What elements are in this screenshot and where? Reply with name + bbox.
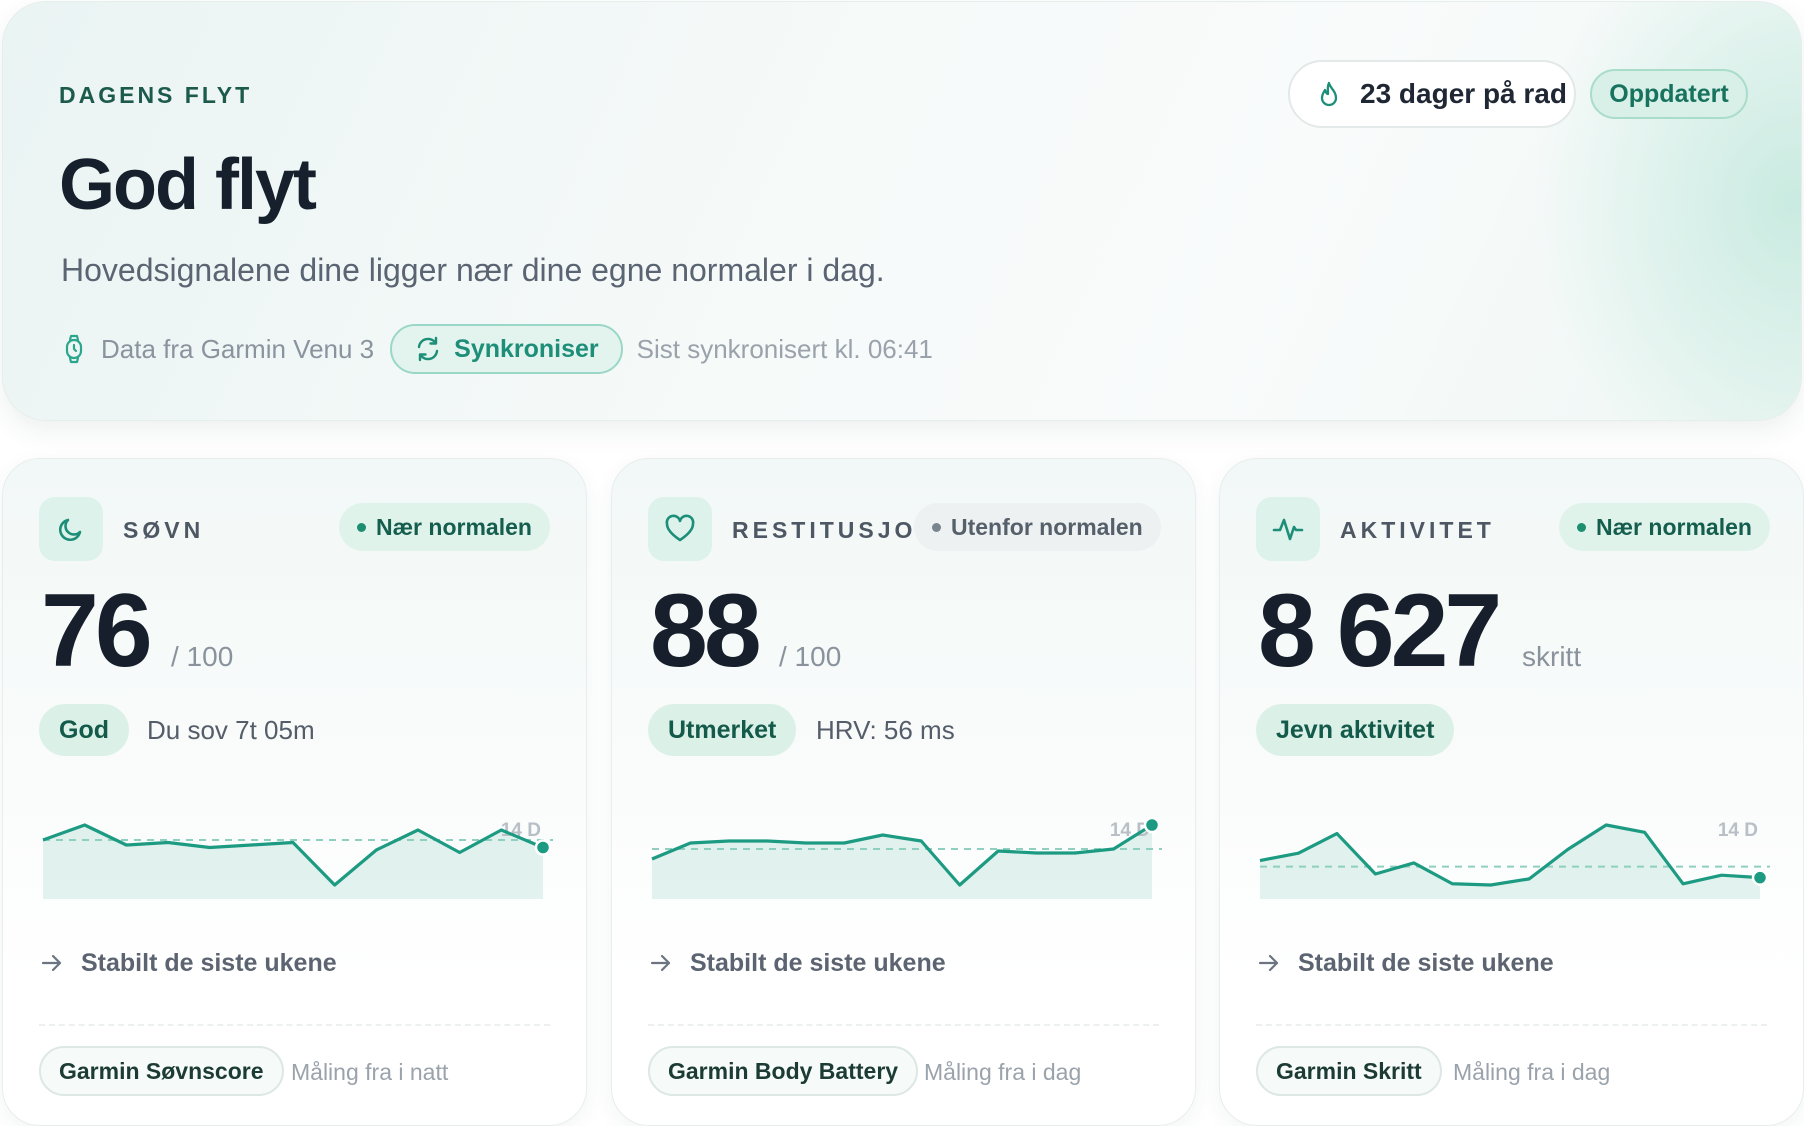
heart-icon <box>648 497 712 561</box>
sparkline-chart: 14 D <box>42 820 553 899</box>
trend-text: Stabilt de siste ukene <box>1298 949 1554 977</box>
updated-badge: Oppdatert <box>1590 69 1748 119</box>
measure-text: Måling fra i dag <box>924 1059 1082 1085</box>
status-text: Nær normalen <box>376 513 532 540</box>
status-text: Nær normalen <box>1596 513 1752 540</box>
streak-badge: 23 dager på rad <box>1288 60 1576 128</box>
sparkline-chart: 14 D <box>1259 820 1770 899</box>
sparkline-current-point <box>1751 869 1769 886</box>
trend-text: Stabilt de siste ukene <box>690 949 946 977</box>
sparkline-chart: 14 D <box>651 816 1162 899</box>
hero-eyebrow: DAGENS FLYT <box>59 82 253 108</box>
card-divider <box>648 1024 1159 1026</box>
metric-detail: Du sov 7t 05m <box>147 715 315 745</box>
status-text: Utenfor normalen <box>951 513 1143 540</box>
card-divider <box>39 1024 550 1026</box>
status-dot <box>1577 522 1586 532</box>
pulse-icon <box>1256 497 1320 561</box>
flame-icon <box>1318 80 1342 108</box>
measure-text: Måling fra i natt <box>291 1059 449 1085</box>
page-title: God flyt <box>59 145 317 225</box>
metric-value: 76 <box>41 573 153 689</box>
status-badge: Nær normalen <box>1559 503 1770 551</box>
sparkline-area <box>43 825 543 899</box>
refresh-icon <box>414 335 442 363</box>
hero-subtitle: Hovedsignalene dine ligger nær dine egne… <box>61 252 885 288</box>
metric-detail: HRV: 56 ms <box>816 715 955 745</box>
metric-value: 8 627 <box>1258 573 1502 689</box>
quality-badge: Utmerket <box>648 704 797 756</box>
data-source-row: Data fra Garmin Venu 3 Synkroniser Sist … <box>61 324 933 374</box>
last-sync-text: Sist synkronisert kl. 06:41 <box>636 333 933 364</box>
daily-flow-hero: DAGENS FLYT God flyt Hovedsignalene dine… <box>2 1 1802 421</box>
status-badge: Nær normalen <box>339 503 550 551</box>
source-chip[interactable]: Garmin Skritt <box>1256 1046 1442 1096</box>
watch-icon <box>61 334 87 364</box>
sync-button-label: Synkroniser <box>454 334 599 363</box>
moon-icon <box>39 497 103 561</box>
data-source-text: Data fra Garmin Venu 3 <box>101 333 375 364</box>
arrow-right-icon <box>1258 953 1284 975</box>
sparkline-current-point <box>534 839 552 856</box>
card-label: AKTIVITET <box>1340 517 1495 543</box>
trend-text: Stabilt de siste ukene <box>81 949 337 977</box>
trend-row: Stabilt de siste ukene <box>41 949 337 978</box>
metric-unit: / 100 <box>779 641 842 672</box>
recovery-card[interactable]: RESTITUSJON Utenfor normalen 88 / 100 Ut… <box>611 458 1196 1126</box>
sleep-card[interactable]: SØVN Nær normalen 76 / 100 God Du sov 7t… <box>2 458 587 1126</box>
status-badge: Utenfor normalen <box>914 503 1161 551</box>
streak-text: 23 dager på rad <box>1360 78 1567 109</box>
sync-button[interactable]: Synkroniser <box>390 324 623 374</box>
card-label: SØVN <box>123 517 205 543</box>
quality-badge: Jevn aktivitet <box>1256 704 1455 756</box>
metric-unit: / 100 <box>171 641 234 672</box>
trend-row: Stabilt de siste ukene <box>650 949 946 978</box>
trend-row: Stabilt de siste ukene <box>1258 949 1554 978</box>
metric-unit: skritt <box>1522 641 1582 672</box>
card-divider <box>1256 1024 1767 1026</box>
activity-card[interactable]: AKTIVITET Nær normalen 8 627 skritt Jevn… <box>1219 458 1804 1126</box>
sparkline-range-label: 14 D <box>1718 820 1758 841</box>
sparkline-current-point <box>1143 816 1161 834</box>
arrow-right-icon <box>650 953 676 975</box>
source-chip[interactable]: Garmin Body Battery <box>648 1046 919 1096</box>
status-dot <box>932 522 941 532</box>
measure-text: Måling fra i dag <box>1453 1059 1611 1085</box>
status-dot <box>357 522 366 532</box>
sparkline-area <box>652 825 1152 899</box>
card-label: RESTITUSJON <box>732 517 938 543</box>
quality-badge: God <box>39 704 129 756</box>
arrow-right-icon <box>41 953 67 975</box>
metric-value: 88 <box>650 573 762 689</box>
source-chip[interactable]: Garmin Søvnscore <box>39 1046 284 1096</box>
